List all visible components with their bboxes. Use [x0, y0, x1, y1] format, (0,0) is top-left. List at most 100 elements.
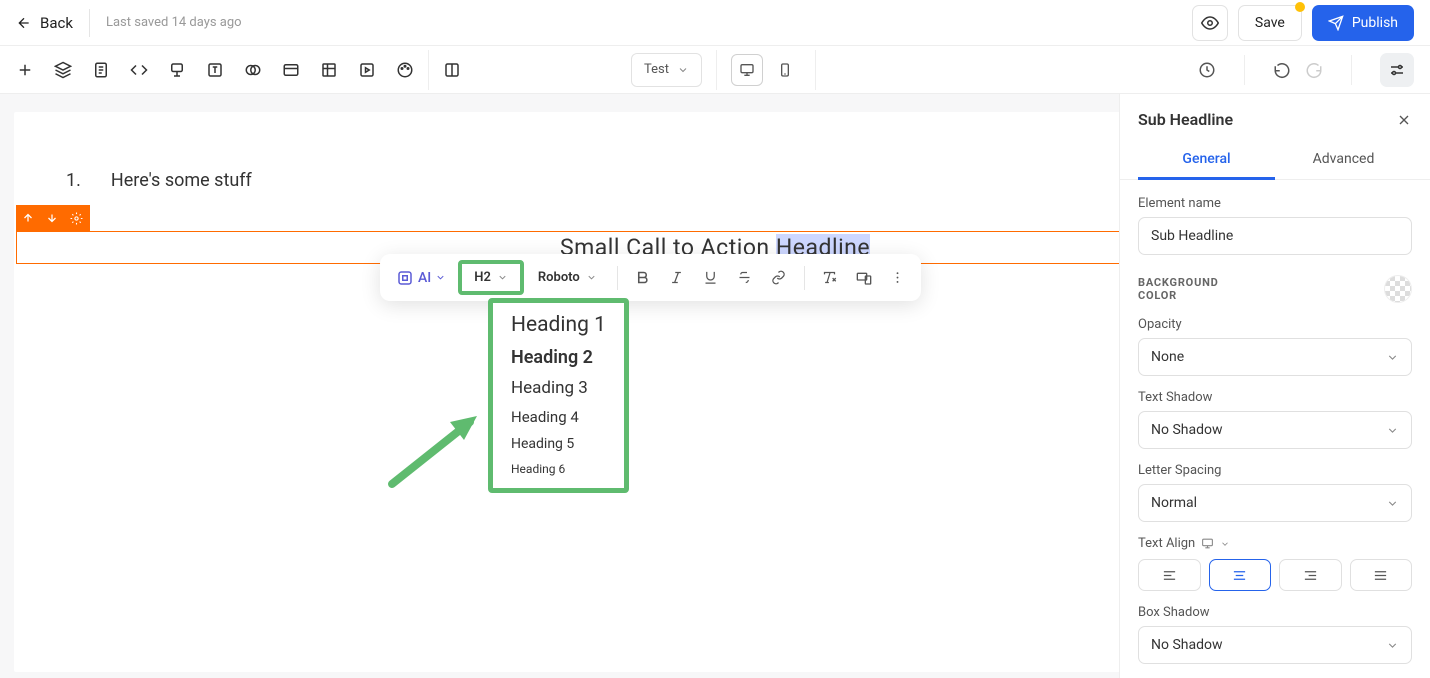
letter-spacing-select[interactable]: Normal	[1138, 484, 1412, 522]
more-options-button[interactable]	[883, 263, 913, 293]
text-align-label: Text Align	[1138, 536, 1412, 551]
move-up-button[interactable]	[16, 212, 40, 224]
background-color-swatch[interactable]	[1384, 275, 1412, 303]
strikethrough-button[interactable]	[730, 263, 760, 293]
move-down-button[interactable]	[40, 212, 64, 224]
font-dropdown[interactable]: Roboto	[528, 264, 607, 291]
media-button[interactable]	[358, 61, 376, 79]
align-center-button[interactable]	[1209, 559, 1272, 591]
more-vertical-icon	[890, 270, 905, 285]
text-icon	[206, 61, 224, 79]
bold-button[interactable]	[628, 263, 658, 293]
close-panel-button[interactable]	[1396, 112, 1412, 128]
send-icon	[1328, 15, 1344, 31]
italic-button[interactable]	[662, 263, 692, 293]
heading-level-dropdown[interactable]: H2	[458, 260, 524, 295]
preview-button[interactable]	[1192, 5, 1228, 41]
play-box-icon	[358, 61, 376, 79]
ai-icon	[396, 269, 414, 287]
gear-icon	[70, 212, 83, 225]
last-saved: Last saved 14 days ago	[106, 15, 242, 30]
heading-4-option[interactable]: Heading 4	[511, 408, 606, 426]
italic-icon	[669, 270, 684, 285]
card-icon	[282, 61, 300, 79]
layers-icon	[54, 61, 72, 79]
heading-5-option[interactable]: Heading 5	[511, 436, 606, 452]
theme-button[interactable]	[396, 61, 414, 79]
separator	[617, 266, 618, 290]
undo-button[interactable]	[1273, 61, 1291, 79]
heading-6-option[interactable]: Heading 6	[511, 462, 606, 476]
back-label: Back	[40, 14, 73, 32]
box-shadow-label: Box Shadow	[1138, 605, 1412, 620]
plus-icon	[16, 61, 34, 79]
text-button[interactable]	[206, 61, 224, 79]
chevron-down-icon	[1386, 639, 1399, 652]
columns-icon	[443, 61, 461, 79]
link-button[interactable]	[764, 263, 794, 293]
tab-general[interactable]: General	[1138, 141, 1275, 180]
settings-toggle-button[interactable]	[1380, 53, 1414, 87]
card-button[interactable]	[282, 61, 300, 79]
heading-2-option[interactable]: Heading 2	[511, 347, 606, 368]
data-button[interactable]	[320, 61, 338, 79]
separator	[804, 266, 805, 290]
page-button[interactable]	[92, 61, 110, 79]
publish-button[interactable]: Publish	[1312, 5, 1414, 41]
chevron-down-icon	[435, 272, 446, 283]
align-center-icon	[1232, 568, 1247, 583]
underline-icon	[703, 270, 718, 285]
chevron-down-icon	[497, 272, 508, 283]
palette-icon	[396, 61, 414, 79]
opacity-select[interactable]: None	[1138, 338, 1412, 376]
tab-advanced[interactable]: Advanced	[1275, 141, 1412, 179]
desktop-view-button[interactable]	[731, 54, 763, 86]
align-justify-button[interactable]	[1350, 559, 1413, 591]
align-right-button[interactable]	[1279, 559, 1342, 591]
box-shadow-select[interactable]: No Shadow	[1138, 626, 1412, 664]
ai-button[interactable]: AI	[388, 263, 454, 293]
mobile-view-button[interactable]	[769, 54, 801, 86]
redo-button[interactable]	[1305, 61, 1323, 79]
shape-button[interactable]	[244, 61, 262, 79]
arrow-left-icon	[16, 15, 32, 31]
align-right-icon	[1303, 568, 1318, 583]
opacity-label: Opacity	[1138, 317, 1412, 332]
properties-panel: Sub Headline General Advanced Element na…	[1119, 94, 1430, 678]
heading-1-option[interactable]: Heading 1	[511, 313, 606, 337]
monitor-icon	[1201, 537, 1214, 550]
popup-button[interactable]	[168, 61, 186, 79]
page-selector[interactable]: Test	[631, 53, 702, 87]
split-view-button[interactable]	[443, 61, 461, 79]
data-icon	[320, 61, 338, 79]
layers-button[interactable]	[54, 61, 72, 79]
text-shadow-label: Text Shadow	[1138, 390, 1412, 405]
code-button[interactable]	[130, 61, 148, 79]
save-button[interactable]: Save	[1238, 5, 1302, 41]
text-format-toolbar: AI H2 Roboto	[380, 254, 921, 301]
code-icon	[130, 61, 148, 79]
heading-3-option[interactable]: Heading 3	[511, 378, 606, 398]
separator	[1244, 55, 1245, 85]
history-button[interactable]	[1198, 61, 1216, 79]
underline-button[interactable]	[696, 263, 726, 293]
arrow-down-icon	[46, 212, 58, 224]
text-shadow-select[interactable]: No Shadow	[1138, 411, 1412, 449]
chevron-down-icon	[586, 272, 597, 283]
monitor-icon	[739, 62, 755, 78]
chevron-down-icon	[677, 64, 689, 76]
panel-title: Sub Headline	[1138, 110, 1233, 129]
chevron-down-icon	[1386, 351, 1399, 364]
link-icon	[771, 270, 786, 285]
element-settings-button[interactable]	[64, 212, 89, 225]
sliders-icon	[1388, 61, 1406, 79]
popup-icon	[168, 61, 186, 79]
align-left-button[interactable]	[1138, 559, 1201, 591]
device-icon	[856, 270, 872, 286]
element-name-input[interactable]	[1138, 217, 1412, 255]
strikethrough-icon	[737, 270, 752, 285]
back-button[interactable]: Back	[16, 14, 73, 32]
responsive-text-button[interactable]	[849, 263, 879, 293]
clear-format-button[interactable]	[815, 263, 845, 293]
add-element-button[interactable]	[16, 61, 34, 79]
